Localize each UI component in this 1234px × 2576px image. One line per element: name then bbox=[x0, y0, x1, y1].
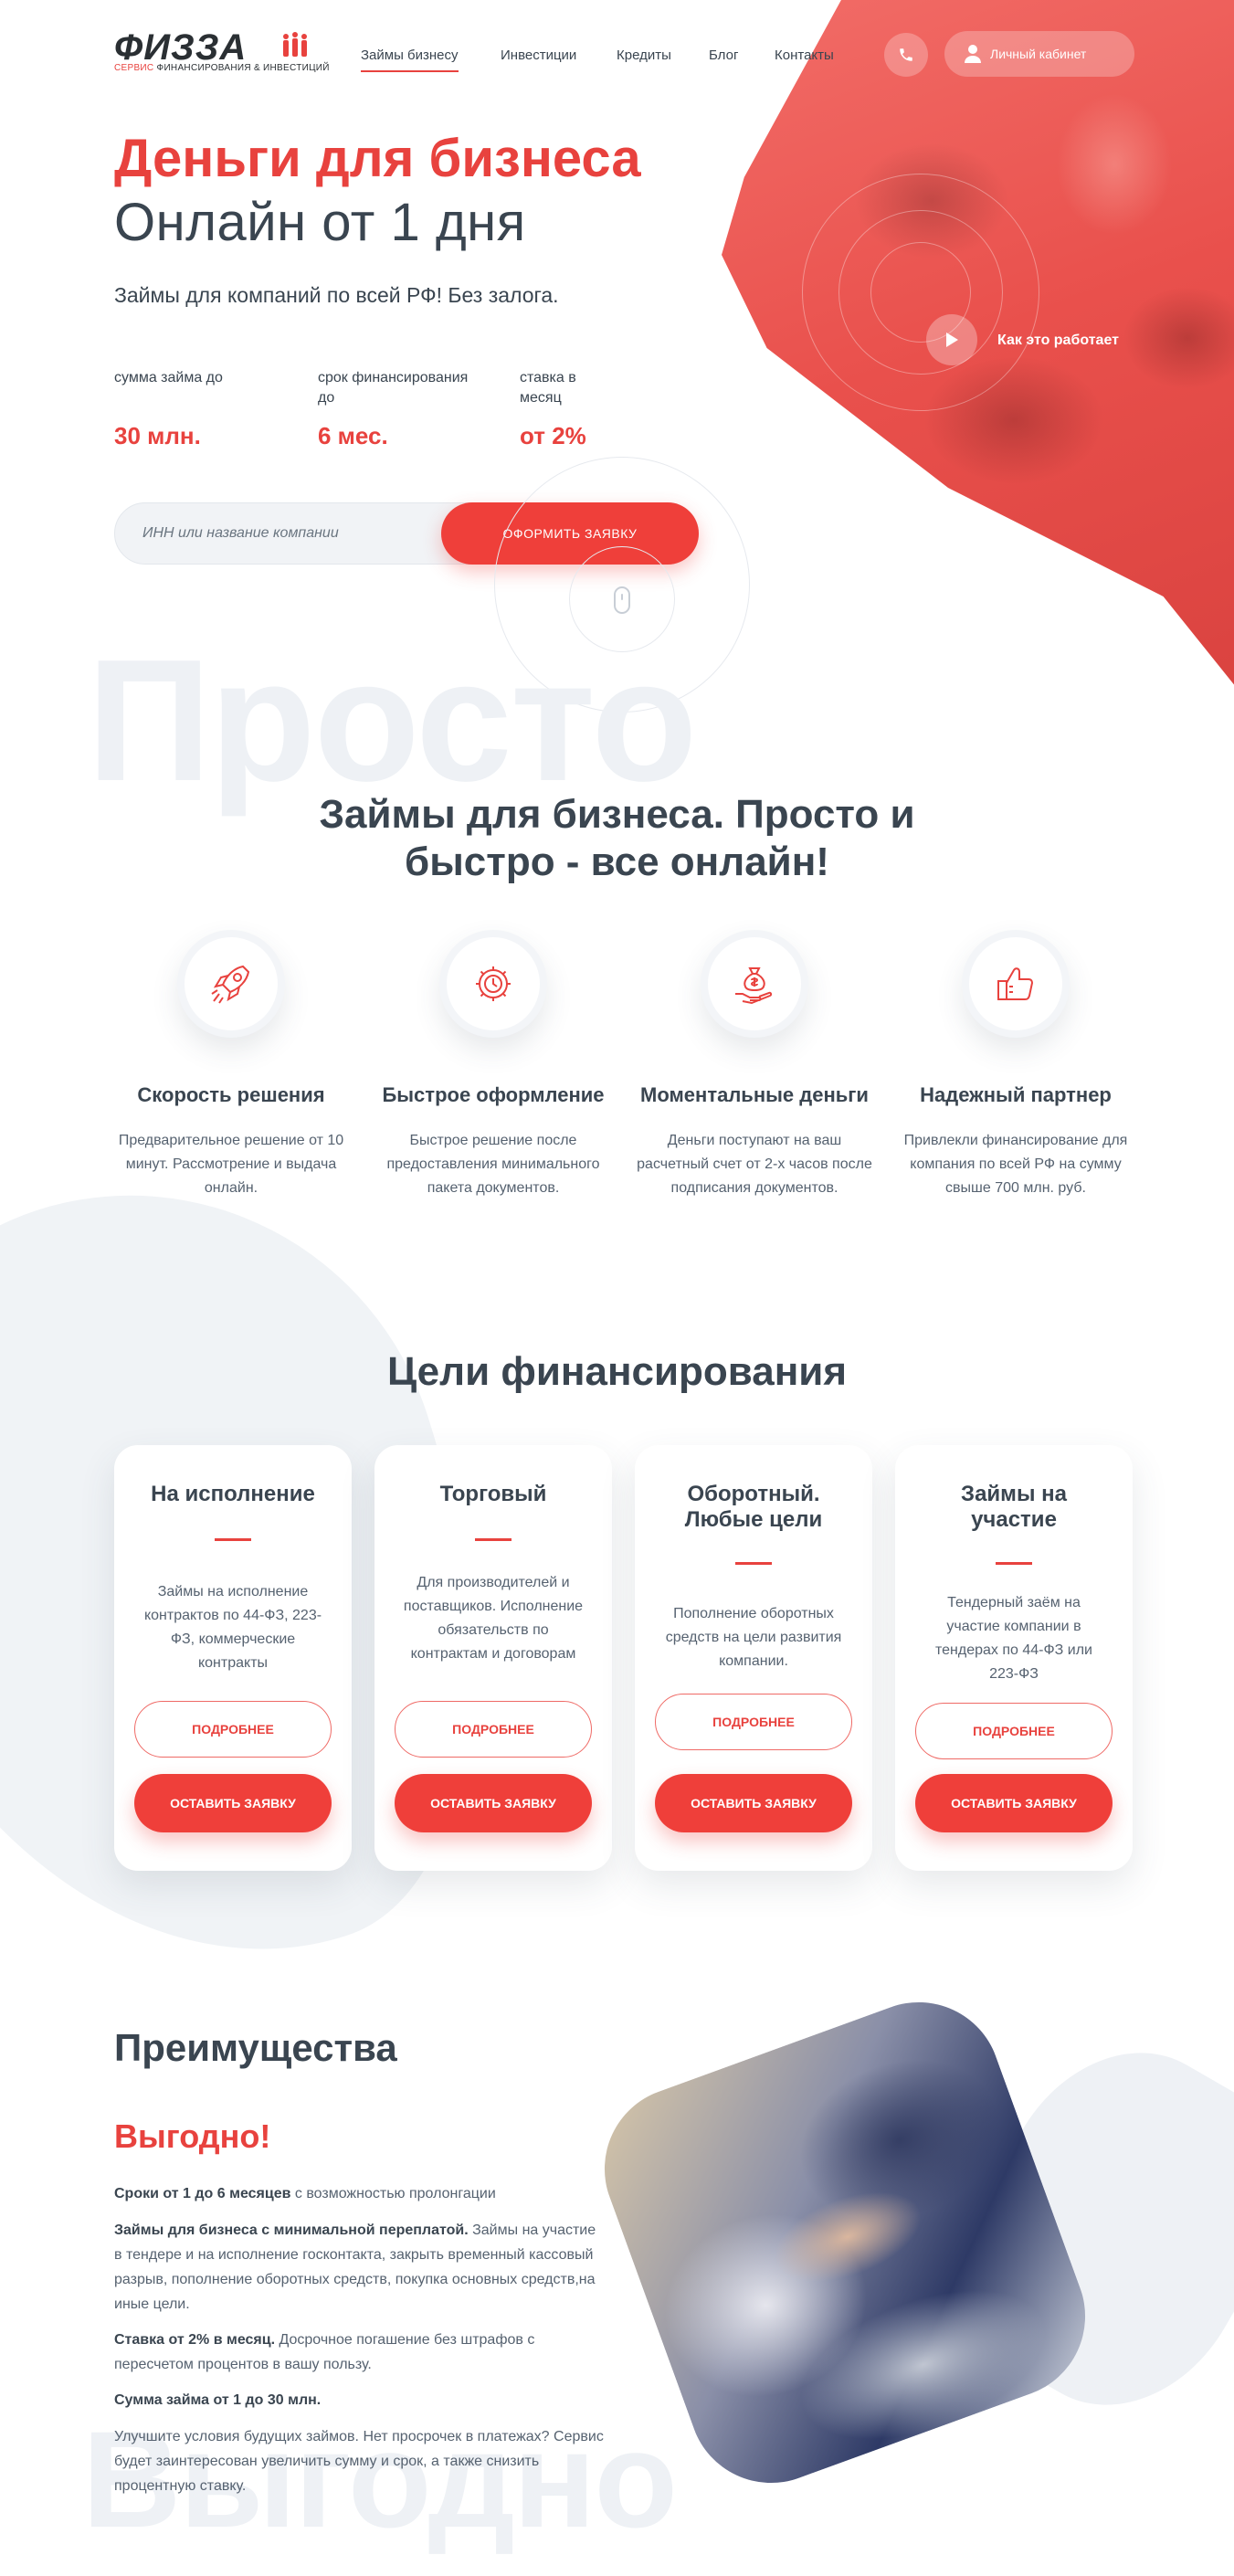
card-divider bbox=[475, 1538, 512, 1541]
apply-button[interactable]: ОСТАВИТЬ ЗАЯВКУ bbox=[395, 1774, 592, 1832]
nav-item-credits[interactable]: Кредиты bbox=[617, 48, 671, 63]
feature-icon-circle bbox=[439, 930, 547, 1038]
feature-text: Привлекли финансирование для компания по… bbox=[903, 1133, 1128, 1196]
phone-icon bbox=[900, 48, 912, 61]
feature-text: Предварительное решение от 10 минут. Рас… bbox=[118, 1133, 344, 1196]
play-video-button[interactable] bbox=[926, 314, 977, 365]
logo-people-icon bbox=[283, 32, 307, 57]
user-icon bbox=[965, 45, 981, 63]
advantage-paragraph: Ставка от 2% в месяц. Досрочное погашени… bbox=[114, 2332, 535, 2372]
hero-title-sub: Онлайн от 1 дня bbox=[114, 193, 526, 252]
money-bag-hand-icon bbox=[735, 967, 773, 1005]
advantages-title: Преимущества bbox=[114, 2026, 397, 2069]
card-text: Тендерный заём на участие компании в тен… bbox=[935, 1595, 1092, 1682]
stat-label: ставка в месяц bbox=[520, 370, 576, 406]
apply-button[interactable]: ОСТАВИТЬ ЗАЯВКУ bbox=[915, 1774, 1113, 1832]
card-text: Займы на исполнение контрактов по 44-ФЗ,… bbox=[143, 1584, 322, 1671]
card-divider bbox=[215, 1538, 251, 1541]
phone-button[interactable] bbox=[884, 33, 928, 77]
card-text: Для производителей и поставщиков. Исполн… bbox=[403, 1575, 584, 1662]
feature-title: Надежный партнер bbox=[920, 1083, 1112, 1106]
feature-item: Скорость решения Предварительное решение… bbox=[112, 930, 350, 1200]
gear-clock-icon bbox=[476, 966, 511, 1001]
card-title: На исполнение bbox=[151, 1482, 315, 1506]
feature-icon-circle bbox=[701, 930, 808, 1038]
goal-card: На исполнение Займы на исполнение контра… bbox=[114, 1445, 352, 1871]
more-button[interactable]: ПОДРОБНЕЕ bbox=[915, 1703, 1113, 1759]
stat-value: от 2% bbox=[520, 422, 586, 449]
inn-input[interactable] bbox=[142, 503, 444, 564]
feature-text: Деньги поступают на ваш расчетный счет о… bbox=[637, 1133, 872, 1196]
apply-button[interactable]: ОСТАВИТЬ ЗАЯВКУ bbox=[134, 1774, 332, 1832]
stat-value: 6 мес. bbox=[318, 422, 388, 449]
feature-icon-circle bbox=[177, 930, 285, 1038]
card-divider bbox=[735, 1562, 772, 1565]
feature-title: Быстрое оформление bbox=[382, 1083, 605, 1106]
advantage-paragraph: Улучшите условия будущих займов. Нет про… bbox=[114, 2429, 604, 2494]
cabinet-button[interactable]: Личный кабинет bbox=[944, 31, 1134, 77]
hero-title: Деньги для бизнеса bbox=[114, 129, 641, 188]
apply-button[interactable]: ОСТАВИТЬ ЗАЯВКУ bbox=[655, 1774, 852, 1832]
cabinet-label: Личный кабинет bbox=[990, 47, 1087, 61]
feature-item: Надежный партнер Привлекли финансировани… bbox=[897, 930, 1134, 1200]
hero-photo bbox=[722, 0, 1234, 752]
goal-card: Займы на участие Тендерный заём на участ… bbox=[895, 1445, 1133, 1871]
logo-tagline: СЕРВИС ФИНАНСИРОВАНИЯ & ИНВЕСТИЦИЙ bbox=[114, 63, 330, 73]
card-title: Оборотный. Любые цели bbox=[684, 1482, 823, 1532]
goal-card: Торговый Для производителей и поставщико… bbox=[374, 1445, 612, 1871]
hero-subtitle: Займы для компаний по всей РФ! Без залог… bbox=[114, 283, 559, 307]
stat-label: срок финансирования до bbox=[318, 370, 469, 406]
nav-item-blog[interactable]: Блог bbox=[709, 48, 738, 63]
advantage-paragraph: Займы для бизнеса с минимальной переплат… bbox=[114, 2222, 596, 2312]
feature-item: Быстрое оформление Быстрое решение после… bbox=[374, 930, 612, 1200]
advantage-paragraph: Сроки от 1 до 6 месяцев с возможностью п… bbox=[114, 2186, 496, 2201]
card-title: Займы на участие bbox=[961, 1482, 1067, 1532]
stat-value: 30 млн. bbox=[114, 422, 201, 449]
stat-label: сумма займа до bbox=[114, 370, 223, 385]
feature-text: Быстрое решение после предоставления мин… bbox=[386, 1133, 600, 1196]
feature-title: Скорость решения bbox=[137, 1083, 325, 1106]
advantages-subtitle: Выгодно! bbox=[114, 2117, 271, 2155]
more-button[interactable]: ПОДРОБНЕЕ bbox=[134, 1701, 332, 1758]
goal-card: Оборотный. Любые цели Пополнение оборотн… bbox=[635, 1445, 872, 1871]
play-icon bbox=[946, 333, 958, 347]
mouse-scroll-icon[interactable] bbox=[614, 586, 630, 614]
nav-item-investments[interactable]: Инвестиции bbox=[501, 48, 576, 63]
goals-title: Цели финансирования bbox=[386, 1349, 848, 1394]
feature-item: Моментальные деньги Деньги поступают на … bbox=[636, 930, 873, 1200]
card-title: Торговый bbox=[439, 1482, 547, 1506]
feature-icon-circle bbox=[962, 930, 1070, 1038]
features-title: Займы для бизнеса. Просто и быстро - все… bbox=[319, 792, 915, 884]
rocket-icon bbox=[211, 965, 250, 1004]
nav-item-loans[interactable]: Займы бизнесу bbox=[361, 48, 459, 72]
more-button[interactable]: ПОДРОБНЕЕ bbox=[395, 1701, 592, 1758]
feature-title: Моментальные деньги bbox=[640, 1083, 869, 1106]
card-divider bbox=[996, 1562, 1032, 1565]
advantage-paragraph: Сумма займа от 1 до 30 млн. bbox=[114, 2392, 322, 2408]
thumbs-up-icon bbox=[997, 967, 1034, 1000]
how-it-works-link[interactable]: Как это работает bbox=[997, 333, 1119, 349]
card-text: Пополнение оборотных средств на цели раз… bbox=[665, 1606, 842, 1669]
more-button[interactable]: ПОДРОБНЕЕ bbox=[655, 1694, 852, 1750]
nav-item-contacts[interactable]: Контакты bbox=[775, 48, 834, 63]
